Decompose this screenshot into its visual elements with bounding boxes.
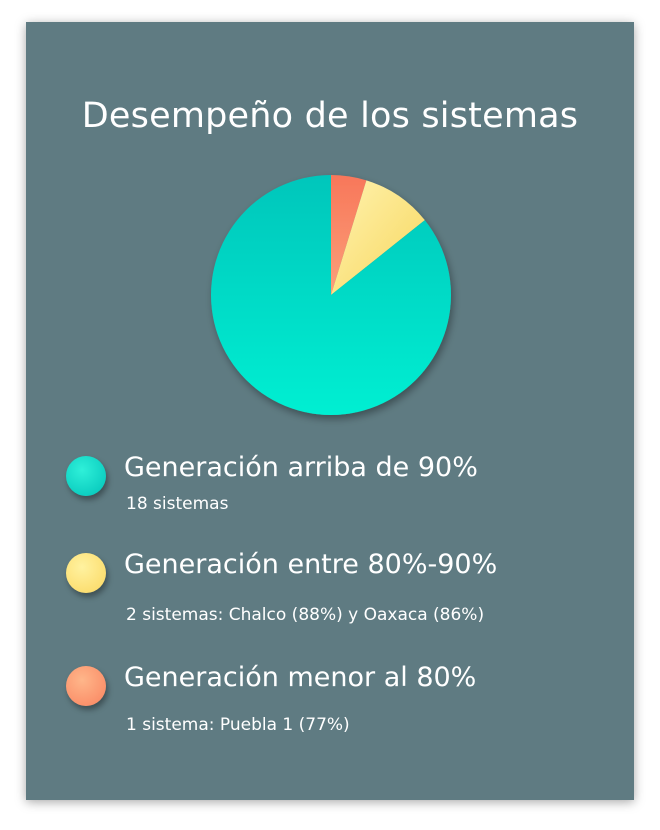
legend-label: Generación menor al 80% (124, 662, 477, 693)
chart-title: Desempeño de los sistemas (81, 96, 579, 136)
pie-chart (211, 175, 451, 415)
chart-card: Desempeño de los sistemas Generación arr… (26, 22, 634, 800)
legend-label: Generación arriba de 90% (124, 452, 478, 483)
legend-description: 18 sistemas (126, 494, 229, 514)
legend-description: 1 sistema: Puebla 1 (77%) (126, 715, 350, 735)
legend-label: Generación entre 80%-90% (124, 549, 498, 580)
legend-marker-orange (66, 666, 106, 706)
legend-marker-cyan (66, 456, 106, 496)
legend-marker-yellow (66, 553, 106, 593)
legend-description: 2 sistemas: Chalco (88%) y Oaxaca (86%) (126, 605, 485, 625)
